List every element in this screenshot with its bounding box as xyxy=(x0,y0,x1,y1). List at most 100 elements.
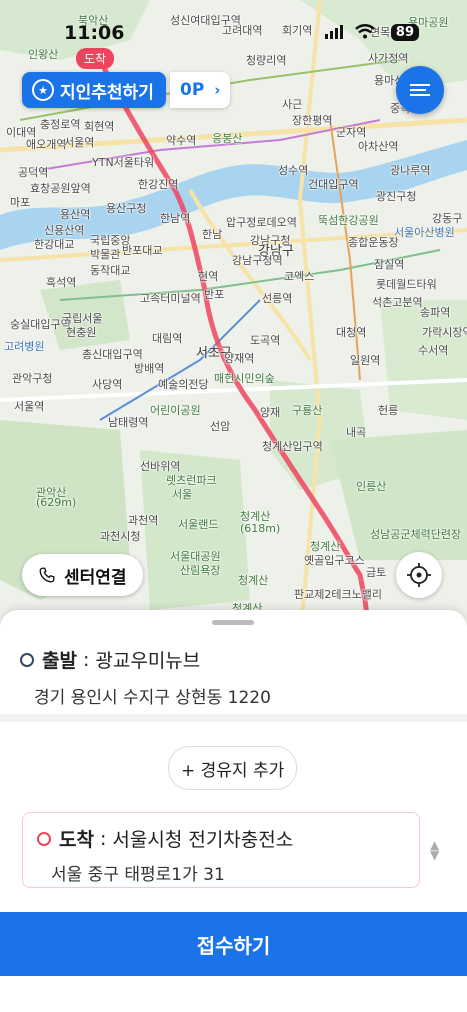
destination-name: 서울시청 전기차충전소 xyxy=(112,829,294,851)
add-waypoint-button[interactable]: + 경유지 추가 xyxy=(168,746,298,790)
map-label: 예술의전당 xyxy=(158,378,209,391)
divider xyxy=(0,714,467,722)
menu-button[interactable] xyxy=(396,66,444,114)
map-label: 반포대교 xyxy=(122,244,163,257)
destination-label: 도착 xyxy=(59,829,94,851)
destination-address: 서울 중구 태평로1가 31 xyxy=(51,865,225,885)
map-label: 남태령역 xyxy=(108,416,149,429)
origin-name: 광교우미뉴브 xyxy=(95,650,201,672)
map-label: 청량리역 xyxy=(246,54,287,67)
map-label: 박물관 xyxy=(90,248,121,261)
map-label: 장한평역 xyxy=(292,114,333,127)
map-label: 청계산 xyxy=(238,574,269,587)
origin-section[interactable]: 출발 : 광교우미뉴브 경기 용인시 수지구 상현동 1220 xyxy=(20,646,271,708)
map-label: 대림역 xyxy=(152,332,183,345)
crosshair-icon xyxy=(407,563,431,587)
menu-icon xyxy=(410,81,430,99)
map-label: 한강진역 xyxy=(138,178,179,191)
reorder-handle-icon[interactable]: ▲ ▼ xyxy=(430,839,439,861)
signal-icon xyxy=(325,24,343,39)
map-label: 강남구청역 xyxy=(232,254,283,267)
map-label: 선릉역 xyxy=(262,292,293,305)
map-label: 헌릉 xyxy=(378,404,399,417)
map-label: (618m) xyxy=(240,522,281,535)
status-icons xyxy=(325,24,375,39)
map-label: 회현역 xyxy=(84,120,115,133)
map-label: 내곡 xyxy=(346,426,367,439)
map-label: 매헌시민의숲 xyxy=(214,372,275,385)
submit-button[interactable]: 접수하기 xyxy=(0,912,467,976)
map-label: 도곡역 xyxy=(250,334,281,347)
map-label: 과천시청 xyxy=(100,530,141,543)
points-label: 0P xyxy=(180,80,205,100)
map-label: 대청역 xyxy=(336,326,367,339)
map-label: 성남공군체력단련장 xyxy=(370,528,462,541)
map-label: 흑석역 xyxy=(46,276,77,289)
map-label: 한남 xyxy=(202,228,223,241)
origin-dot-icon xyxy=(20,652,34,667)
map-label: 서울아산병원 xyxy=(394,226,455,239)
map-label: 사근 xyxy=(282,98,303,111)
star-icon: ★ xyxy=(32,79,54,101)
map-label: 아차산역 xyxy=(358,140,399,153)
map-label: 성수역 xyxy=(278,164,309,177)
map-label: 서울역 xyxy=(64,136,95,149)
map-label: 뚝섬한강공원 xyxy=(318,214,379,227)
recommend-button[interactable]: ★ 지인추천하기 xyxy=(22,72,166,108)
map-label: 현충원 xyxy=(66,326,97,339)
destination-section[interactable]: 도착 : 서울시청 전기차충전소 서울 중구 태평로1가 31 xyxy=(22,812,420,888)
map-label: 건대입구역 xyxy=(308,178,359,191)
map-label: 어린이공원 xyxy=(150,404,201,417)
map-label: (629m) xyxy=(36,496,77,509)
map-label: 롯데월드타워 xyxy=(376,278,437,291)
map-label: 약수역 xyxy=(166,134,197,147)
call-center-button[interactable]: 센터연결 xyxy=(22,554,143,596)
map-label: 서울랜드 xyxy=(178,518,219,531)
map-label: 압구정로데오역 xyxy=(226,216,297,229)
map-label: 관악구청 xyxy=(12,372,53,385)
destination-dot-icon xyxy=(37,831,51,846)
wifi-icon xyxy=(355,24,375,39)
map-label: 고려병원 xyxy=(4,340,45,353)
map-label: 한남역 xyxy=(160,212,191,225)
map-label: 동작대교 xyxy=(90,264,131,277)
map-label: 공덕역 xyxy=(18,166,49,179)
map-label: 광진구청 xyxy=(376,190,417,203)
points-button[interactable]: 0P › xyxy=(170,72,231,108)
map-label: 서울 xyxy=(172,488,193,501)
map-label: 판교제2테크노밸리 xyxy=(294,588,382,601)
map-label: 선암 xyxy=(210,420,231,433)
origin-address: 경기 용인시 수지구 상현동 1220 xyxy=(34,688,271,708)
map-label: 사가정역 xyxy=(368,52,409,65)
battery-indicator: 89 xyxy=(390,24,419,41)
call-center-label: 센터연결 xyxy=(64,567,127,588)
map-label: 금토 xyxy=(366,566,387,579)
map-label: 방배역 xyxy=(134,362,165,375)
origin-separator: : xyxy=(82,648,90,671)
map-label: 코엑스 xyxy=(284,270,315,283)
map-label: 인릉산 xyxy=(356,480,387,493)
current-location-button[interactable] xyxy=(396,552,442,598)
recommend-label: 지인추천하기 xyxy=(60,82,154,103)
arrival-map-pin[interactable]: 도착 xyxy=(76,48,115,69)
map-label: 효창공원앞역 xyxy=(30,182,91,195)
map-label: 한강대교 xyxy=(34,238,75,251)
destination-separator: : xyxy=(99,827,107,850)
map-label: 사당역 xyxy=(92,378,123,391)
sheet-drag-handle[interactable] xyxy=(212,620,254,625)
map-label: 반포 xyxy=(204,288,225,301)
map-label: 양재 xyxy=(260,406,281,419)
map-label: 산림욕장 xyxy=(180,564,221,577)
map-label: 잠실역 xyxy=(374,258,405,271)
phone-icon xyxy=(39,567,55,583)
map-label: YTN서울타워 xyxy=(92,156,155,169)
map-label: 용산구청 xyxy=(106,202,147,215)
map-label: 고속터미널역 xyxy=(140,292,201,305)
bottom-sheet: 출발 : 광교우미뉴브 경기 용인시 수지구 상현동 1220 + 경유지 추가… xyxy=(0,610,467,1012)
map-label: 청계산입구역 xyxy=(262,440,323,453)
map-label: 수서역 xyxy=(418,344,449,357)
map-label: 일원역 xyxy=(350,354,381,367)
map-label: 인왕산 xyxy=(28,48,59,61)
map-label: 옛골입구코스 xyxy=(304,554,365,567)
status-time: 11:06 xyxy=(64,22,125,44)
